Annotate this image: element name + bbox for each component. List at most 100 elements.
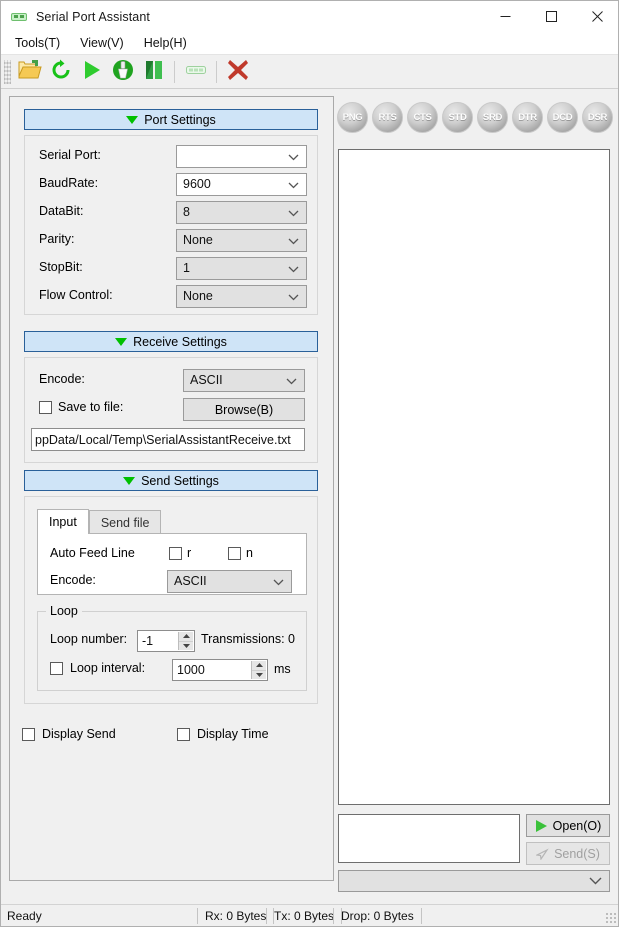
display-send-checkbox-box[interactable] (22, 727, 35, 741)
auto-feed-n-checkbox[interactable]: n (228, 546, 253, 560)
toolbar-refresh-button[interactable] (45, 57, 76, 87)
status-rx: Rx: 0 Bytes (197, 907, 275, 924)
loop-group-legend: Loop (46, 604, 82, 618)
chevron-down-icon (288, 150, 299, 164)
parity-value: None (183, 233, 213, 248)
toolbar-clear-button[interactable] (107, 57, 138, 87)
flow-control-select[interactable]: None (176, 285, 307, 308)
tab-input[interactable]: Input (37, 509, 89, 534)
auto-feed-r-checkbox[interactable]: r (169, 546, 191, 560)
stopbit-select[interactable]: 1 (176, 257, 307, 280)
refresh-icon (50, 59, 72, 84)
toolbar-pause-button[interactable] (138, 57, 169, 87)
stopbit-value: 1 (183, 261, 190, 276)
serial-port-icon (185, 62, 207, 81)
led-dsr[interactable]: DSR (582, 102, 613, 133)
tab-send-file[interactable]: Send file (88, 510, 162, 534)
display-time-checkbox[interactable]: Display Time (177, 727, 269, 741)
led-srd[interactable]: SRD (477, 102, 508, 133)
open-port-button[interactable]: Open(O) (526, 814, 610, 837)
menu-item-view[interactable]: View(V) (70, 34, 134, 52)
toolbar-grip[interactable] (4, 59, 11, 84)
baudrate-label: BaudRate: (39, 176, 99, 190)
receive-encode-label: Encode: (39, 372, 85, 386)
loop-interval-checkbox[interactable]: Loop interval: (50, 661, 145, 675)
receive-file-path-input[interactable]: ppData/Local/Temp\SerialAssistantReceive… (31, 428, 305, 451)
open-file-icon (18, 59, 42, 84)
spin-up-icon[interactable] (252, 661, 266, 671)
save-to-file-checkbox-box[interactable] (39, 400, 52, 414)
send-tab-panel: Auto Feed Line r n Encode: ASCII (37, 533, 307, 595)
title-bar: Serial Port Assistant (1, 1, 618, 32)
send-settings-header[interactable]: Send Settings (24, 470, 318, 491)
transmissions-label: Transmissions: 0 (201, 632, 296, 646)
send-button-label: Send(S) (554, 846, 600, 861)
receive-encode-value: ASCII (190, 373, 223, 388)
receive-settings-header[interactable]: Receive Settings (24, 331, 318, 352)
browse-button[interactable]: Browse(B) (183, 398, 305, 421)
receive-textarea[interactable] (338, 149, 610, 805)
spin-down-icon[interactable] (252, 671, 266, 680)
led-png[interactable]: PNG (337, 102, 368, 133)
menu-item-tools[interactable]: Tools(T) (5, 34, 70, 52)
status-tx: Tx: 0 Bytes (266, 907, 343, 924)
toolbar-open-file-button[interactable] (14, 57, 45, 87)
led-dtr[interactable]: DTR (512, 102, 543, 133)
minimize-button[interactable] (482, 1, 528, 32)
toolbar-close-button[interactable] (222, 57, 253, 87)
led-cts[interactable]: CTS (407, 102, 438, 133)
spin-down-icon[interactable] (179, 642, 193, 651)
flow-control-value: None (183, 289, 213, 304)
display-send-checkbox[interactable]: Display Send (22, 727, 116, 741)
resize-grip[interactable] (605, 912, 617, 924)
loop-interval-stepper[interactable]: 1000 (172, 659, 268, 681)
auto-feed-n-checkbox-box[interactable] (228, 546, 241, 560)
serial-port-label: Serial Port: (39, 148, 101, 162)
auto-feed-r-checkbox-box[interactable] (169, 546, 182, 560)
play-icon (535, 819, 548, 833)
maximize-button[interactable] (528, 1, 574, 32)
receive-encode-select[interactable]: ASCII (183, 369, 305, 392)
loop-number-stepper[interactable]: -1 (137, 630, 195, 652)
chevron-down-icon (589, 874, 602, 888)
databit-label: DataBit: (39, 204, 84, 218)
led-dsr-label: DSR (587, 112, 608, 123)
toolbar-port-button[interactable] (180, 57, 211, 87)
save-to-file-checkbox[interactable]: Save to file: (39, 400, 123, 414)
send-button[interactable]: Send(S) (526, 842, 610, 865)
send-textarea[interactable] (338, 814, 520, 863)
led-dcd[interactable]: DCD (547, 102, 578, 133)
led-rts[interactable]: RTS (372, 102, 403, 133)
auto-feed-r-label: r (187, 546, 192, 560)
chevron-down-icon (288, 290, 299, 304)
toolbar-start-button[interactable] (76, 57, 107, 87)
databit-select[interactable]: 8 (176, 201, 307, 224)
send-history-select[interactable] (338, 870, 610, 892)
close-button[interactable] (574, 1, 618, 32)
send-encode-value: ASCII (174, 574, 207, 589)
send-encode-select[interactable]: ASCII (167, 570, 292, 593)
led-std[interactable]: STD (442, 102, 473, 133)
parity-select[interactable]: None (176, 229, 307, 252)
loop-interval-arrows[interactable] (251, 661, 266, 679)
loop-interval-checkbox-box[interactable] (50, 661, 63, 675)
baudrate-value: 9600 (183, 177, 211, 192)
toolbar (1, 55, 618, 89)
clear-brush-icon (112, 59, 134, 84)
serial-port-select[interactable] (176, 145, 307, 168)
baudrate-select[interactable]: 9600 (176, 173, 307, 196)
chevron-down-icon (273, 575, 284, 589)
window-title: Serial Port Assistant (36, 9, 150, 24)
close-red-x-icon (226, 58, 250, 85)
spin-up-icon[interactable] (179, 632, 193, 642)
port-settings-header[interactable]: Port Settings (24, 109, 318, 130)
loop-number-arrows[interactable] (178, 632, 193, 650)
port-settings-group: Serial Port: BaudRate: 9600 DataBit: 8 P… (24, 135, 318, 315)
display-time-checkbox-box[interactable] (177, 727, 190, 741)
stopbit-label: StopBit: (39, 260, 83, 274)
chevron-down-icon (288, 206, 299, 220)
settings-panel: Port Settings Serial Port: BaudRate: 960… (9, 96, 334, 881)
auto-feed-line-label: Auto Feed Line (50, 546, 135, 560)
tab-send-file-label: Send file (100, 515, 150, 530)
menu-item-help[interactable]: Help(H) (134, 34, 197, 52)
